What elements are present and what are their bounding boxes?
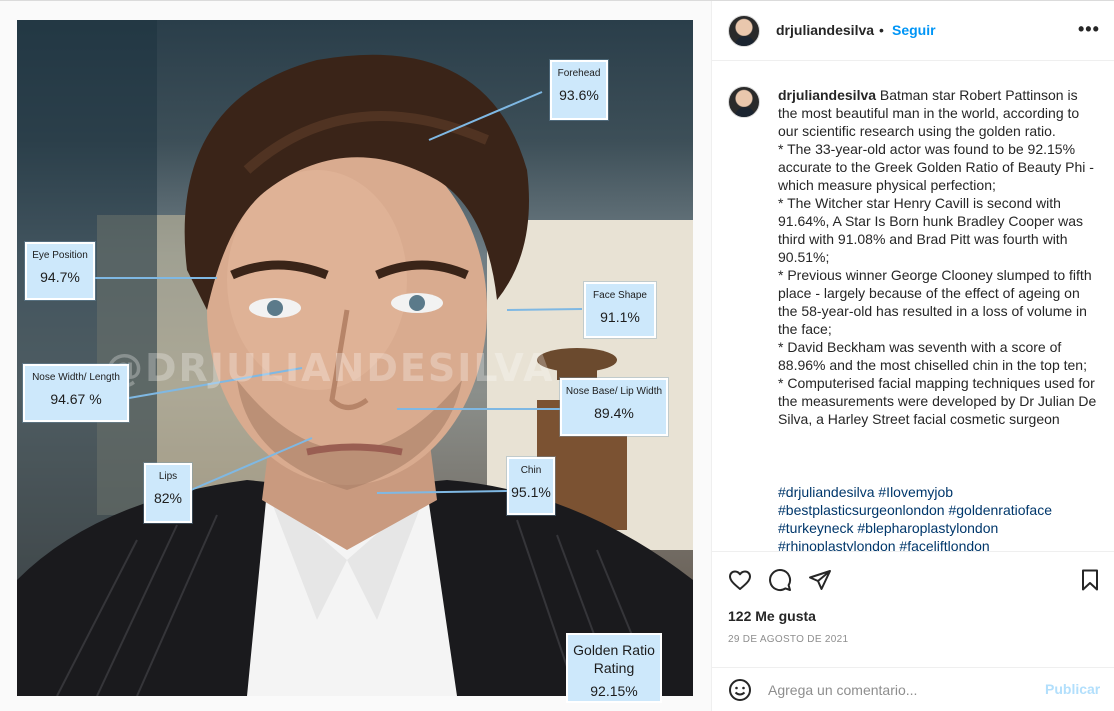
label-chin: Chin 95.1% bbox=[507, 457, 555, 515]
watermark-text: @DRJULIANDESILVA bbox=[105, 346, 555, 390]
label-title: Face Shape bbox=[593, 290, 647, 301]
label-title: Nose Base/ Lip Width bbox=[565, 386, 663, 397]
rating-value: 92.15% bbox=[590, 683, 638, 699]
separator-dot: • bbox=[879, 22, 884, 38]
post-header: drjuliandesilva • Seguir ••• bbox=[712, 1, 1114, 61]
label-nose-base-lip-width: Nose Base/ Lip Width 89.4% bbox=[560, 378, 668, 436]
label-title: Chin bbox=[520, 465, 542, 476]
label-value: 94.67 % bbox=[50, 391, 102, 407]
label-value: 89.4% bbox=[594, 405, 634, 421]
label-value: 94.7% bbox=[40, 269, 80, 285]
caption-avatar[interactable] bbox=[728, 86, 760, 118]
caption-username[interactable]: drjuliandesilva bbox=[778, 87, 876, 103]
label-title: Eye Position bbox=[32, 250, 88, 261]
bookmark-icon[interactable] bbox=[1078, 568, 1102, 592]
caption-body: Batman star Robert Pattinson is the most… bbox=[778, 87, 1097, 427]
likes-count[interactable]: 122 Me gusta bbox=[728, 608, 816, 624]
label-nose-width-length: Nose Width/ Length 94.67 % bbox=[23, 364, 129, 422]
comment-icon[interactable] bbox=[768, 568, 792, 592]
label-title: Lips bbox=[158, 471, 178, 482]
share-icon[interactable] bbox=[808, 568, 832, 592]
post-photo[interactable]: @DRJULIANDESILVA Forehead 93.6% Eye Posi… bbox=[17, 20, 693, 696]
follow-button[interactable]: Seguir bbox=[892, 22, 936, 38]
label-face-shape: Face Shape 91.1% bbox=[584, 282, 656, 338]
label-title: Forehead bbox=[557, 68, 601, 79]
caption-text: drjuliandesilva Batman star Robert Patti… bbox=[778, 86, 1100, 428]
caption-area: drjuliandesilva Batman star Robert Patti… bbox=[712, 62, 1114, 551]
label-lips: Lips 82% bbox=[144, 463, 192, 523]
emoji-icon[interactable] bbox=[728, 678, 752, 702]
heart-icon[interactable] bbox=[728, 568, 752, 592]
rating-title: Golden Ratio Rating bbox=[573, 642, 655, 676]
publish-comment-button[interactable]: Publicar bbox=[1045, 681, 1100, 697]
post-side-panel: drjuliandesilva • Seguir ••• drjuliandes… bbox=[712, 1, 1114, 711]
comment-bar: Publicar bbox=[712, 667, 1114, 711]
label-value: 82% bbox=[153, 490, 183, 506]
comment-input[interactable] bbox=[768, 678, 1028, 702]
label-title: Nose Width/ Length bbox=[32, 372, 120, 383]
label-value: 91.1% bbox=[600, 309, 640, 325]
label-value: 93.6% bbox=[559, 87, 599, 103]
label-value: 95.1% bbox=[511, 484, 551, 500]
action-bar: 122 Me gusta 29 DE AGOSTO DE 2021 Public… bbox=[712, 551, 1114, 711]
post-date[interactable]: 29 DE AGOSTO DE 2021 bbox=[728, 634, 848, 645]
label-eye-position: Eye Position 94.7% bbox=[25, 242, 95, 300]
media-pane: @DRJULIANDESILVA Forehead 93.6% Eye Posi… bbox=[0, 1, 711, 711]
golden-ratio-rating-box: Golden Ratio Rating 92.15% bbox=[566, 633, 662, 703]
hashtag-links[interactable]: #drjuliandesilva #Ilovemyjob #bestplasti… bbox=[778, 483, 1100, 551]
header-username[interactable]: drjuliandesilva bbox=[776, 22, 874, 38]
more-options-icon[interactable]: ••• bbox=[1078, 19, 1100, 40]
label-forehead: Forehead 93.6% bbox=[550, 60, 608, 120]
avatar[interactable] bbox=[728, 15, 760, 47]
